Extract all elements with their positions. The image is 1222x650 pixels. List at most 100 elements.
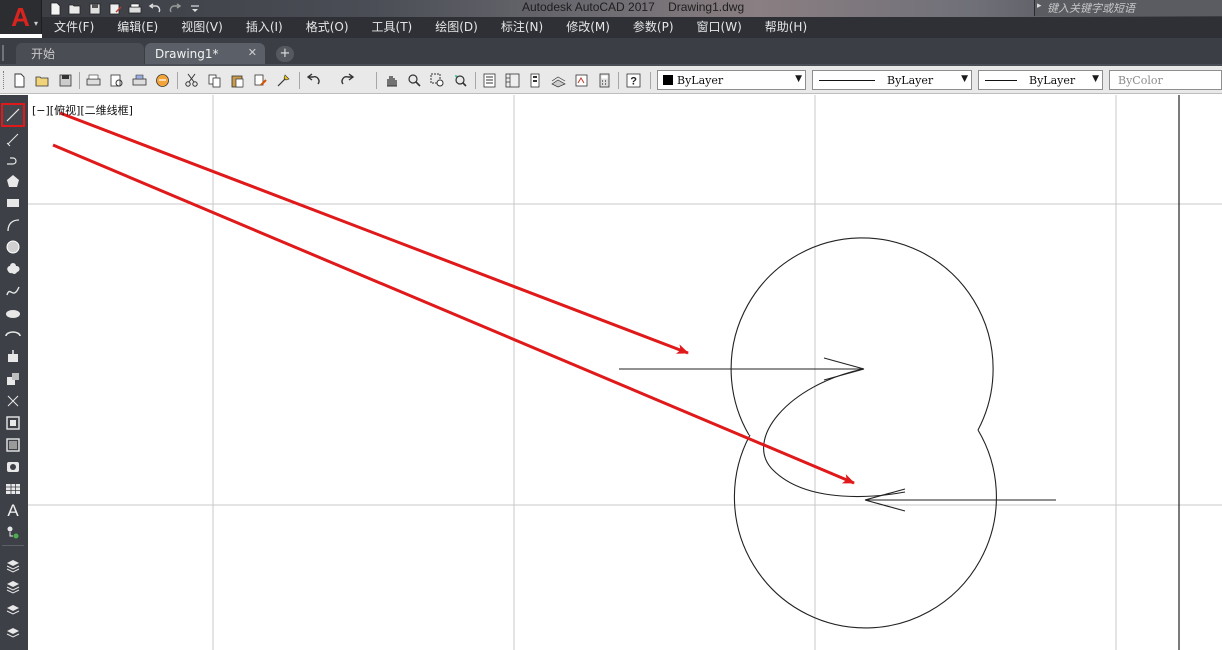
hatch-icon[interactable] <box>3 413 23 433</box>
tab-menu-handle[interactable] <box>2 45 10 61</box>
print-icon[interactable] <box>126 1 144 17</box>
point-icon[interactable] <box>3 391 23 411</box>
search-input[interactable] <box>1047 0 1221 16</box>
design-center-icon[interactable] <box>503 71 522 90</box>
chevron-down-icon[interactable]: ▼ <box>795 74 802 84</box>
application-menu-button[interactable]: A ▾ <box>0 0 42 34</box>
table-icon[interactable] <box>3 479 23 499</box>
help-icon[interactable]: ? <box>624 71 643 90</box>
insert-block-icon[interactable] <box>3 347 23 367</box>
toolbar-grip[interactable] <box>3 71 6 89</box>
annotation-arrow-upper <box>59 111 689 355</box>
plot-preview-icon[interactable] <box>107 71 126 90</box>
polygon-icon[interactable] <box>3 171 23 191</box>
menu-parametric[interactable]: 参数(P) <box>621 17 685 38</box>
block-editor-icon[interactable] <box>274 71 293 90</box>
autocad-logo-icon: A <box>11 2 30 32</box>
plotstyle-control[interactable]: ByColor <box>1109 70 1222 90</box>
properties-icon[interactable] <box>480 71 499 90</box>
upper-arrowhead-top[interactable] <box>823 357 865 370</box>
connecting-arc[interactable] <box>763 368 906 498</box>
mtext-glyph: A <box>7 501 19 520</box>
new-tab-button[interactable]: + <box>276 46 294 62</box>
new-icon[interactable] <box>10 71 29 90</box>
lower-arrowhead-top[interactable] <box>864 488 906 501</box>
region-icon[interactable] <box>3 457 23 477</box>
menu-tools[interactable]: 工具(T) <box>360 17 424 38</box>
rectangle-icon[interactable] <box>3 193 23 213</box>
revcloud-icon[interactable] <box>3 259 23 279</box>
upper-arrowhead-bottom[interactable] <box>823 368 865 381</box>
layer-isolate-icon[interactable] <box>3 599 23 619</box>
layer-state-icon[interactable] <box>3 577 23 597</box>
window-title: Autodesk AutoCAD 2017 Drawing1.dwg <box>522 0 745 14</box>
viewport-controls-label[interactable]: [−][俯视][二维线框] <box>32 102 133 118</box>
undo-icon[interactable] <box>146 1 164 17</box>
menu-help[interactable]: 帮助(H) <box>753 17 818 38</box>
open-icon[interactable] <box>66 1 84 17</box>
make-block-icon[interactable] <box>3 369 23 389</box>
menu-file[interactable]: 文件(F) <box>42 17 105 38</box>
add-selected-icon[interactable] <box>3 523 23 543</box>
arc-icon[interactable] <box>3 215 23 235</box>
spline-icon[interactable] <box>3 281 23 301</box>
cut-icon[interactable] <box>182 71 201 90</box>
plot-icon[interactable] <box>84 71 103 90</box>
close-icon[interactable]: ✕ <box>248 46 257 59</box>
paste-icon[interactable] <box>228 71 247 90</box>
save-icon[interactable] <box>56 71 75 90</box>
ellipse-arc-icon[interactable] <box>3 325 23 345</box>
line-icon[interactable] <box>1 103 25 127</box>
upper-circle[interactable] <box>730 237 994 436</box>
redo-icon[interactable] <box>338 71 357 90</box>
mtext-icon[interactable]: A <box>3 501 23 521</box>
menu-edit[interactable]: 编辑(E) <box>105 17 169 38</box>
pan-icon[interactable] <box>382 71 401 90</box>
tab-drawing1[interactable]: Drawing1* ✕ <box>145 43 265 64</box>
model-space[interactable] <box>28 95 1222 650</box>
menu-dimension[interactable]: 标注(N) <box>489 17 554 38</box>
zoom-realtime-icon[interactable] <box>405 71 424 90</box>
menu-format[interactable]: 格式(O) <box>294 17 360 38</box>
polyline-icon[interactable] <box>3 150 23 170</box>
chevron-down-icon[interactable]: ▼ <box>961 74 968 84</box>
tab-start[interactable]: 开始 <box>16 43 144 64</box>
quickcalc-icon[interactable] <box>595 71 614 90</box>
redo-icon[interactable] <box>166 1 184 17</box>
markup-icon[interactable] <box>572 71 591 90</box>
copy-icon[interactable] <box>205 71 224 90</box>
tab-drawing1-label: Drawing1* <box>155 46 219 61</box>
chevron-down-icon[interactable]: ▼ <box>1092 74 1099 84</box>
menu-draw[interactable]: 绘图(D) <box>423 17 489 38</box>
lineweight-control[interactable]: ByLayer ▼ <box>978 70 1103 90</box>
match-properties-icon[interactable] <box>251 71 270 90</box>
menu-insert[interactable]: 插入(I) <box>234 17 294 38</box>
save-icon[interactable] <box>86 1 104 17</box>
drawing-area[interactable]: [−][俯视][二维线框] <box>28 95 1222 650</box>
customize-icon[interactable] <box>186 1 204 17</box>
search-expand-icon[interactable]: ▸ <box>1037 1 1042 11</box>
sheet-set-icon[interactable] <box>549 71 568 90</box>
open-icon[interactable] <box>33 71 52 90</box>
menu-modify[interactable]: 修改(M) <box>554 17 621 38</box>
new-icon[interactable] <box>46 1 64 17</box>
publish-icon[interactable] <box>130 71 149 90</box>
zoom-previous-icon[interactable] <box>451 71 470 90</box>
menu-view[interactable]: 视图(V) <box>169 17 234 38</box>
zoom-window-icon[interactable] <box>428 71 447 90</box>
tool-palettes-icon[interactable] <box>526 71 545 90</box>
lower-circle[interactable] <box>733 429 997 629</box>
menu-window[interactable]: 窗口(W) <box>685 17 753 38</box>
ellipse-icon[interactable] <box>3 303 23 323</box>
layer-walk-icon[interactable] <box>3 621 23 641</box>
3d-dwf-icon[interactable] <box>153 71 172 90</box>
color-control[interactable]: ByLayer ▼ <box>657 70 806 90</box>
linetype-control[interactable]: ByLayer ▼ <box>812 70 972 90</box>
layer-properties-icon[interactable] <box>3 555 23 575</box>
search-box[interactable]: ▸ <box>1034 0 1222 16</box>
gradient-icon[interactable] <box>3 435 23 455</box>
xline-icon[interactable] <box>3 129 23 149</box>
saveas-icon[interactable] <box>106 1 124 17</box>
circle-icon[interactable] <box>3 237 23 257</box>
undo-icon[interactable] <box>304 71 323 90</box>
